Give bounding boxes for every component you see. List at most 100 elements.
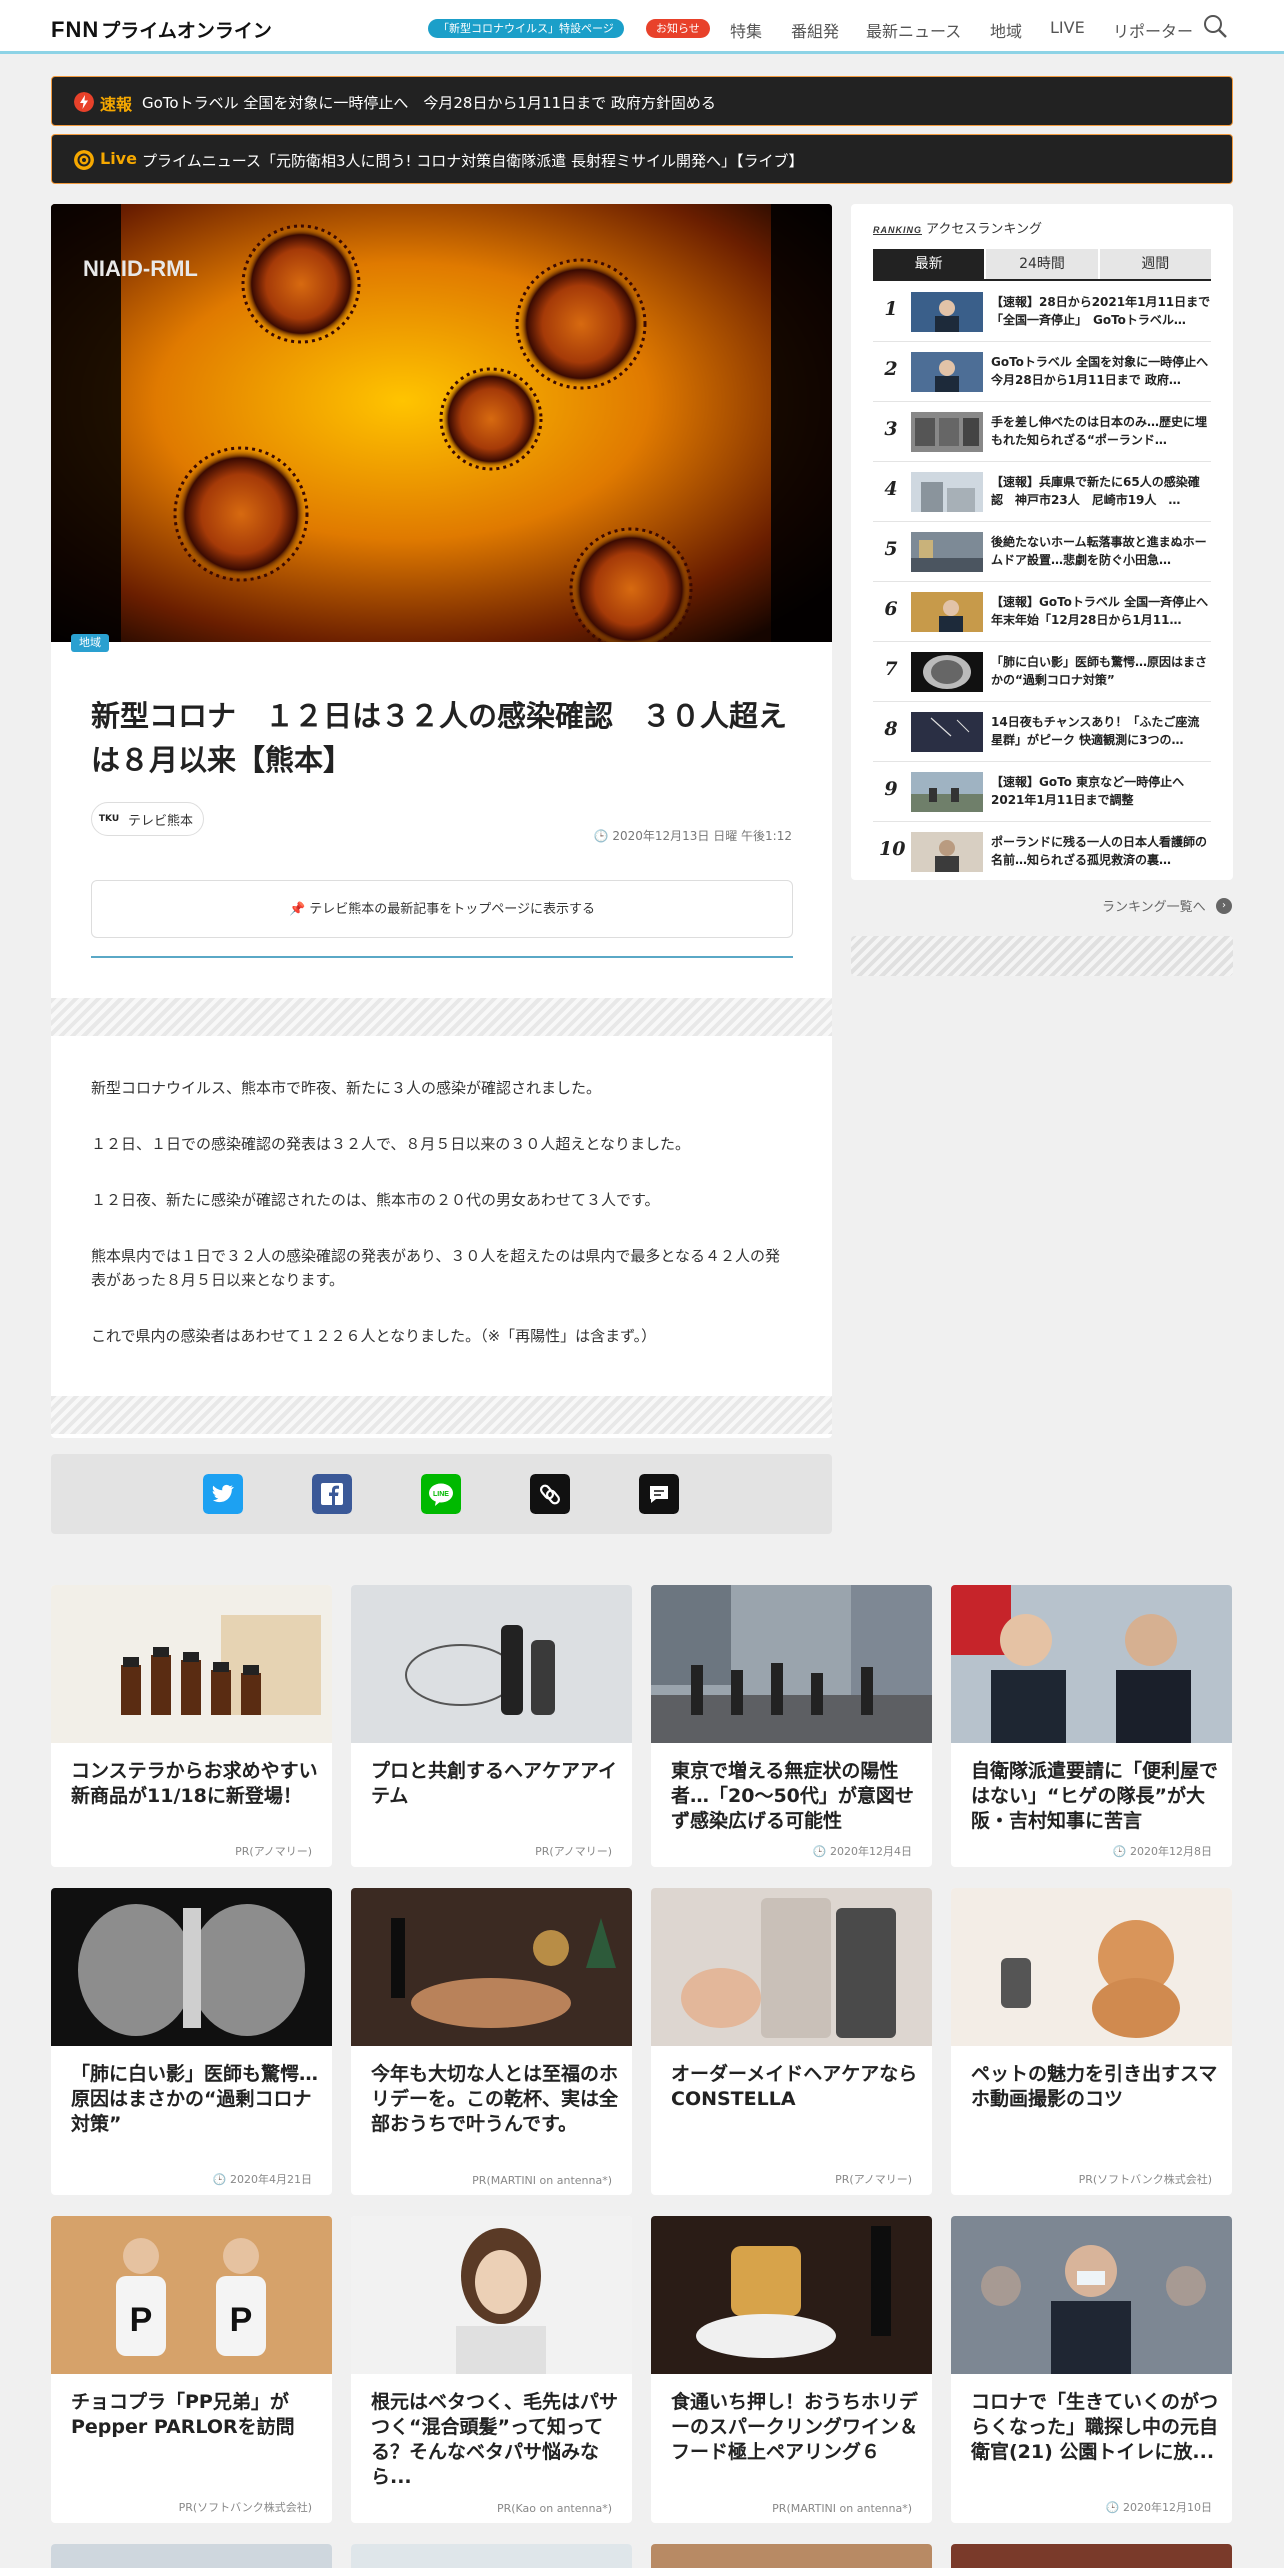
publish-date: 🕒 2020年12月13日 日曜 午後1:12 (593, 829, 792, 843)
article-card[interactable]: 「肺に白い影」医師も驚愕…原因はまさかの“過剰コロナ対策” 🕒 2020年4月2… (51, 1888, 332, 2195)
rank-number: 4 (884, 478, 898, 500)
article-card[interactable]: ペットの魅力を引き出すスマホ動画撮影のコツ PR(ソフトバンク株式会社) (951, 1888, 1232, 2195)
article-card[interactable] (51, 2544, 332, 2568)
article-card[interactable] (651, 2544, 932, 2568)
rank-title: 【速報】28日から2021年1月11日まで「全国一斉停止」 GoToトラベル… (991, 295, 1211, 327)
article-card[interactable]: 東京で増える無症状の陽性者…「20～50代」が意図せず感染広げる可能性 🕒 20… (651, 1585, 932, 1867)
article-body: 新型コロナウイルス、熊本市で昨夜、新たに３人の感染が確認されました。 １２日、１… (91, 1076, 793, 1380)
ranking-more-link[interactable]: ランキング一覧へ (1102, 896, 1206, 915)
article-card[interactable] (351, 2544, 632, 2568)
article-card[interactable]: 根元はベタつく、毛先はパサつく“混合頭髪”って知ってる？そんなベタパサ悩みなら.… (351, 2216, 632, 2523)
ranking-thumbnail (911, 472, 983, 512)
ranking-thumbnail (911, 352, 983, 392)
live-label: Live (100, 149, 137, 168)
copy-link-icon[interactable] (530, 1474, 570, 1514)
nav-programs[interactable]: 番組発 (791, 18, 839, 42)
article-card[interactable]: コンステラからお求めやすい新商品が11/18に新登場！ PR(アノマリー) (51, 1585, 332, 1867)
card-title: チョコプラ「PP兄弟」がPepper PARLORを訪問 (71, 2391, 295, 2438)
breaking-label: 速報 (100, 95, 133, 114)
tab-latest[interactable]: 最新 (873, 249, 985, 279)
svg-text:LINE: LINE (433, 1491, 449, 1498)
rank-number: 9 (884, 778, 898, 800)
article-card[interactable]: P P チョコプラ「PP兄弟」がPepper PARLORを訪問 PR(ソフトバ… (51, 2216, 332, 2523)
clock-icon: 🕒 (593, 829, 609, 843)
article: NIAID-RML 地域 新型コロナ １２日は３２人の感染確認 ３０人超えは８月… (51, 204, 832, 1438)
card-title: 「肺に白い影」医師も驚愕…原因はまさかの“過剰コロナ対策” (71, 2063, 319, 2135)
breaking-text[interactable]: GoToトラベル 全国を対象に一時停止へ 今月28日から1月11日まで 政府方針… (142, 92, 716, 113)
paragraph: １２日、１日での感染確認の発表は３２人で、８月５日以来の３０人超えとなりました。 (91, 1135, 690, 1153)
hero-image: NIAID-RML (51, 204, 832, 642)
pin-to-top-button[interactable]: 📌 テレビ熊本の最新記事をトップページに表示する (91, 880, 793, 938)
paragraph: 熊本県内では１日で３２人の感染確認の発表があり、３０人を超えたのは県内で最多とな… (91, 1247, 780, 1289)
tab-24h[interactable]: 24時間 (986, 249, 1098, 279)
article-card[interactable]: オーダーメイドヘアケアならCONSTELLA PR(アノマリー) (651, 1888, 932, 2195)
ranking-item[interactable]: 8 14日夜もチャンスあり！「ふたご座流星群」がピーク 快適観測に3つの… (873, 702, 1211, 762)
card-image (351, 2544, 632, 2568)
paragraph: これで県内の感染者はあわせて１２２６人となりました。（※「再陽性」は含まず。） (91, 1327, 657, 1345)
ranking-thumbnail (911, 832, 983, 872)
ranking-thumbnail (911, 652, 983, 692)
tab-weekly[interactable]: 週間 (1099, 249, 1211, 279)
notice-link[interactable]: お知らせ (646, 19, 710, 38)
article-card[interactable] (951, 2544, 1232, 2568)
source-chip[interactable]: TKU テレビ熊本 (91, 802, 205, 836)
facebook-icon[interactable] (312, 1474, 352, 1514)
live-ticker[interactable]: Live プライムニュース「元防衛相3人に問う! コロナ対策自衛隊派遣 長射程ミ… (51, 134, 1233, 184)
card-meta: PR(アノマリー) (235, 1845, 312, 1858)
line-icon[interactable]: LINE (421, 1474, 461, 1514)
card-title: コンステラからお求めやすい新商品が11/18に新登場！ (71, 1760, 318, 1807)
sidebar-ad-placeholder (851, 936, 1233, 976)
card-image (51, 1585, 332, 1743)
card-image (951, 2544, 1232, 2568)
card-image (351, 1585, 632, 1743)
nav-region[interactable]: 地域 (990, 18, 1022, 42)
region-badge[interactable]: 地域 (71, 634, 109, 652)
article-card[interactable]: プロと共創するヘアケアアイテム PR(アノマリー) (351, 1585, 632, 1867)
article-card[interactable]: コロナで「生きていくのがつらくなった」職探し中の元自衛官(21) 公園トイレに放… (951, 2216, 1232, 2523)
rank-number: 8 (884, 718, 898, 740)
rank-title: 14日夜もチャンスあり！「ふたご座流星群」がピーク 快適観測に3つの… (991, 715, 1200, 747)
clock-icon: 🕒 (812, 1845, 827, 1858)
ranking-item[interactable]: 6 【速報】GoToトラベル 全国一斉停止へ 年末年始「12月28日から1月11… (873, 582, 1211, 642)
breaking-news-ticker[interactable]: 速報 GoToトラベル 全国を対象に一時停止へ 今月28日から1月11日まで 政… (51, 76, 1233, 126)
nav-feature[interactable]: 特集 (730, 18, 762, 42)
card-title: ペットの魅力を引き出すスマホ動画撮影のコツ (971, 2063, 1218, 2110)
rank-number: 1 (884, 298, 898, 320)
card-meta: PR(MARTINI on antenna*) (772, 2502, 912, 2515)
ranking-item[interactable]: 3 手を差し伸べたのは日本のみ…歴史に埋もれた知られざる“ポーランド… (873, 402, 1211, 462)
access-ranking: RANKING アクセスランキング 最新 24時間 週間 1 【速報】28日から2… (851, 204, 1233, 880)
site-logo[interactable]: FNN プライムオンライン (51, 16, 272, 43)
card-title: 自衛隊派遣要請に「便利屋ではない」“ヒゲの隊長”が大阪・吉村知事に苦言 (971, 1760, 1219, 1832)
live-text[interactable]: プライムニュース「元防衛相3人に問う! コロナ対策自衛隊派遣 長射程ミサイル開発… (142, 150, 804, 171)
rank-title: 「肺に白い影」医師も驚愕…原因はまさかの“過剰コロナ対策” (991, 655, 1208, 687)
nav-reporter[interactable]: リポーター (1113, 18, 1193, 42)
chevron-right-icon[interactable]: › (1216, 898, 1232, 914)
card-title: 食通いち押し！おうちホリデーのスパークリングワイン＆フード極上ペアリング６ (671, 2391, 919, 2463)
card-meta: PR(Kao on antenna*) (496, 2502, 612, 2515)
ranking-item[interactable]: 10 ポーランドに残る一人の日本人看護師の名前…知られざる孤児救済の裏… (873, 822, 1211, 882)
ranking-item[interactable]: 5 後絶たないホーム転落事故と進まぬホームドア設置…悲劇を防ぐ小田急… (873, 522, 1211, 582)
card-image (951, 1585, 1232, 1743)
article-card[interactable]: 食通いち押し！おうちホリデーのスパークリングワイン＆フード極上ペアリング６ PR… (651, 2216, 932, 2523)
clock-icon: 🕒 (212, 2173, 227, 2186)
twitter-icon[interactable] (203, 1474, 243, 1514)
rank-title: ポーランドに残る一人の日本人看護師の名前…知られざる孤児救済の裏… (991, 835, 1208, 867)
ranking-item[interactable]: 9 【速報】GoTo 東京など一時停止へ 2021年1月11日まで調整 (873, 762, 1211, 822)
nav-latest-news[interactable]: 最新ニュース (866, 18, 961, 42)
clock-icon: 🕒 (1112, 1845, 1127, 1858)
tku-logo: TKU (96, 806, 122, 832)
card-image (651, 1888, 932, 2046)
corona-special-link[interactable]: 「新型コロナウイルス」特設ページ (428, 19, 624, 38)
rank-number: 3 (884, 418, 898, 440)
ranking-item[interactable]: 7 「肺に白い影」医師も驚愕…原因はまさかの“過剰コロナ対策” (873, 642, 1211, 702)
comment-icon[interactable] (639, 1474, 679, 1514)
article-card[interactable]: 自衛隊派遣要請に「便利屋ではない」“ヒゲの隊長”が大阪・吉村知事に苦言 🕒 20… (951, 1585, 1232, 1867)
article-card[interactable]: 今年も大切な人とは至福のホリデーを。この乾杯、実は全部おうちで叶うんです。 PR… (351, 1888, 632, 2195)
ranking-item[interactable]: 4 【速報】兵庫県で新たに65人の感染確認 神戸市23人 尼崎市19人 … (873, 462, 1211, 522)
nav-live[interactable]: LIVE (1050, 18, 1085, 37)
card-image (351, 2216, 632, 2374)
search-icon[interactable] (1202, 13, 1228, 39)
ranking-item[interactable]: 2 GoToトラベル 全国を対象に一時停止へ 今月28日から1月11日まで 政府… (873, 342, 1211, 402)
pin-icon: 📌 (288, 902, 306, 917)
ranking-item[interactable]: 1 【速報】28日から2021年1月11日まで「全国一斉停止」 GoToトラベル… (873, 282, 1211, 342)
